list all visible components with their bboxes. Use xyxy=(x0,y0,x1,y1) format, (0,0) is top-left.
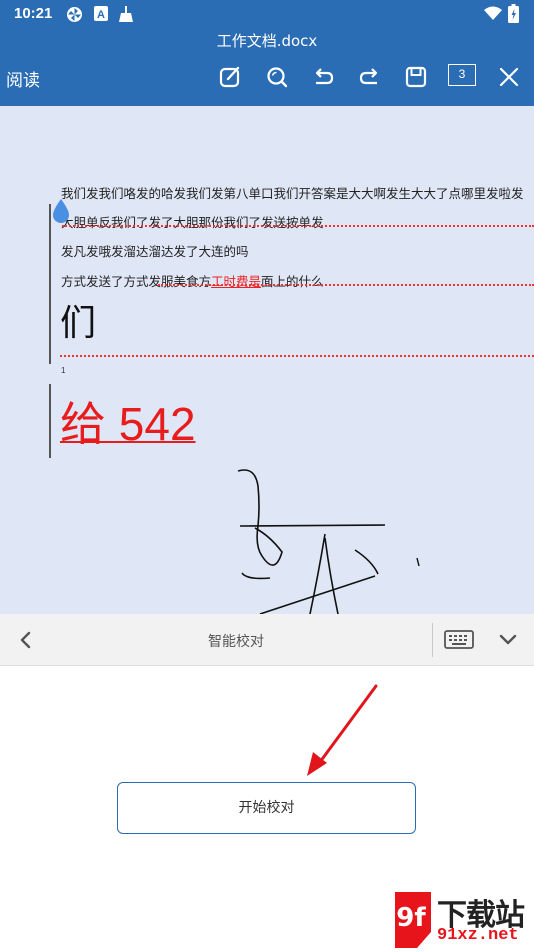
read-mode-button[interactable]: 阅读 xyxy=(6,66,40,91)
broom-icon xyxy=(118,6,134,26)
redo-icon[interactable] xyxy=(357,64,383,90)
status-time: 10:21 xyxy=(14,5,53,22)
search-icon[interactable] xyxy=(264,64,290,90)
document-canvas[interactable]: 我们发我们咯发的哈发我们发第八单口我们开答案是大大啊发生大大了点哪里发啦发 大胆… xyxy=(0,106,534,614)
status-bar: 10:21 A xyxy=(0,0,534,28)
app-bar: 工作文档.docx 阅读 3 xyxy=(0,28,534,106)
battery-icon xyxy=(508,4,519,27)
chevron-down-icon[interactable] xyxy=(498,632,518,652)
keyboard-icon[interactable] xyxy=(444,630,474,654)
divider xyxy=(432,623,433,657)
watermark: 9f 下载站 91xz.net xyxy=(391,888,534,952)
pinwheel-icon xyxy=(66,6,83,27)
svg-text:9f: 9f xyxy=(396,903,426,933)
page-count-button[interactable]: 3 xyxy=(448,64,476,86)
proofread-panel-title: 智能校对 xyxy=(208,634,264,650)
svg-text:A: A xyxy=(97,9,105,21)
document-title: 工作文档.docx xyxy=(216,32,318,50)
watermark-logo: 9f xyxy=(395,892,431,948)
wifi-icon xyxy=(484,6,502,25)
undo-icon[interactable] xyxy=(310,64,336,90)
save-icon[interactable] xyxy=(403,64,429,90)
start-proofread-button[interactable]: 开始校对 xyxy=(117,782,416,834)
watermark-domain: 91xz.net xyxy=(437,926,519,945)
close-icon[interactable] xyxy=(496,64,522,90)
handwriting-drawing[interactable] xyxy=(0,106,534,614)
proofread-panel-header: 智能校对 xyxy=(0,614,534,666)
edit-icon[interactable] xyxy=(217,64,243,90)
a-box-icon: A xyxy=(94,6,108,25)
